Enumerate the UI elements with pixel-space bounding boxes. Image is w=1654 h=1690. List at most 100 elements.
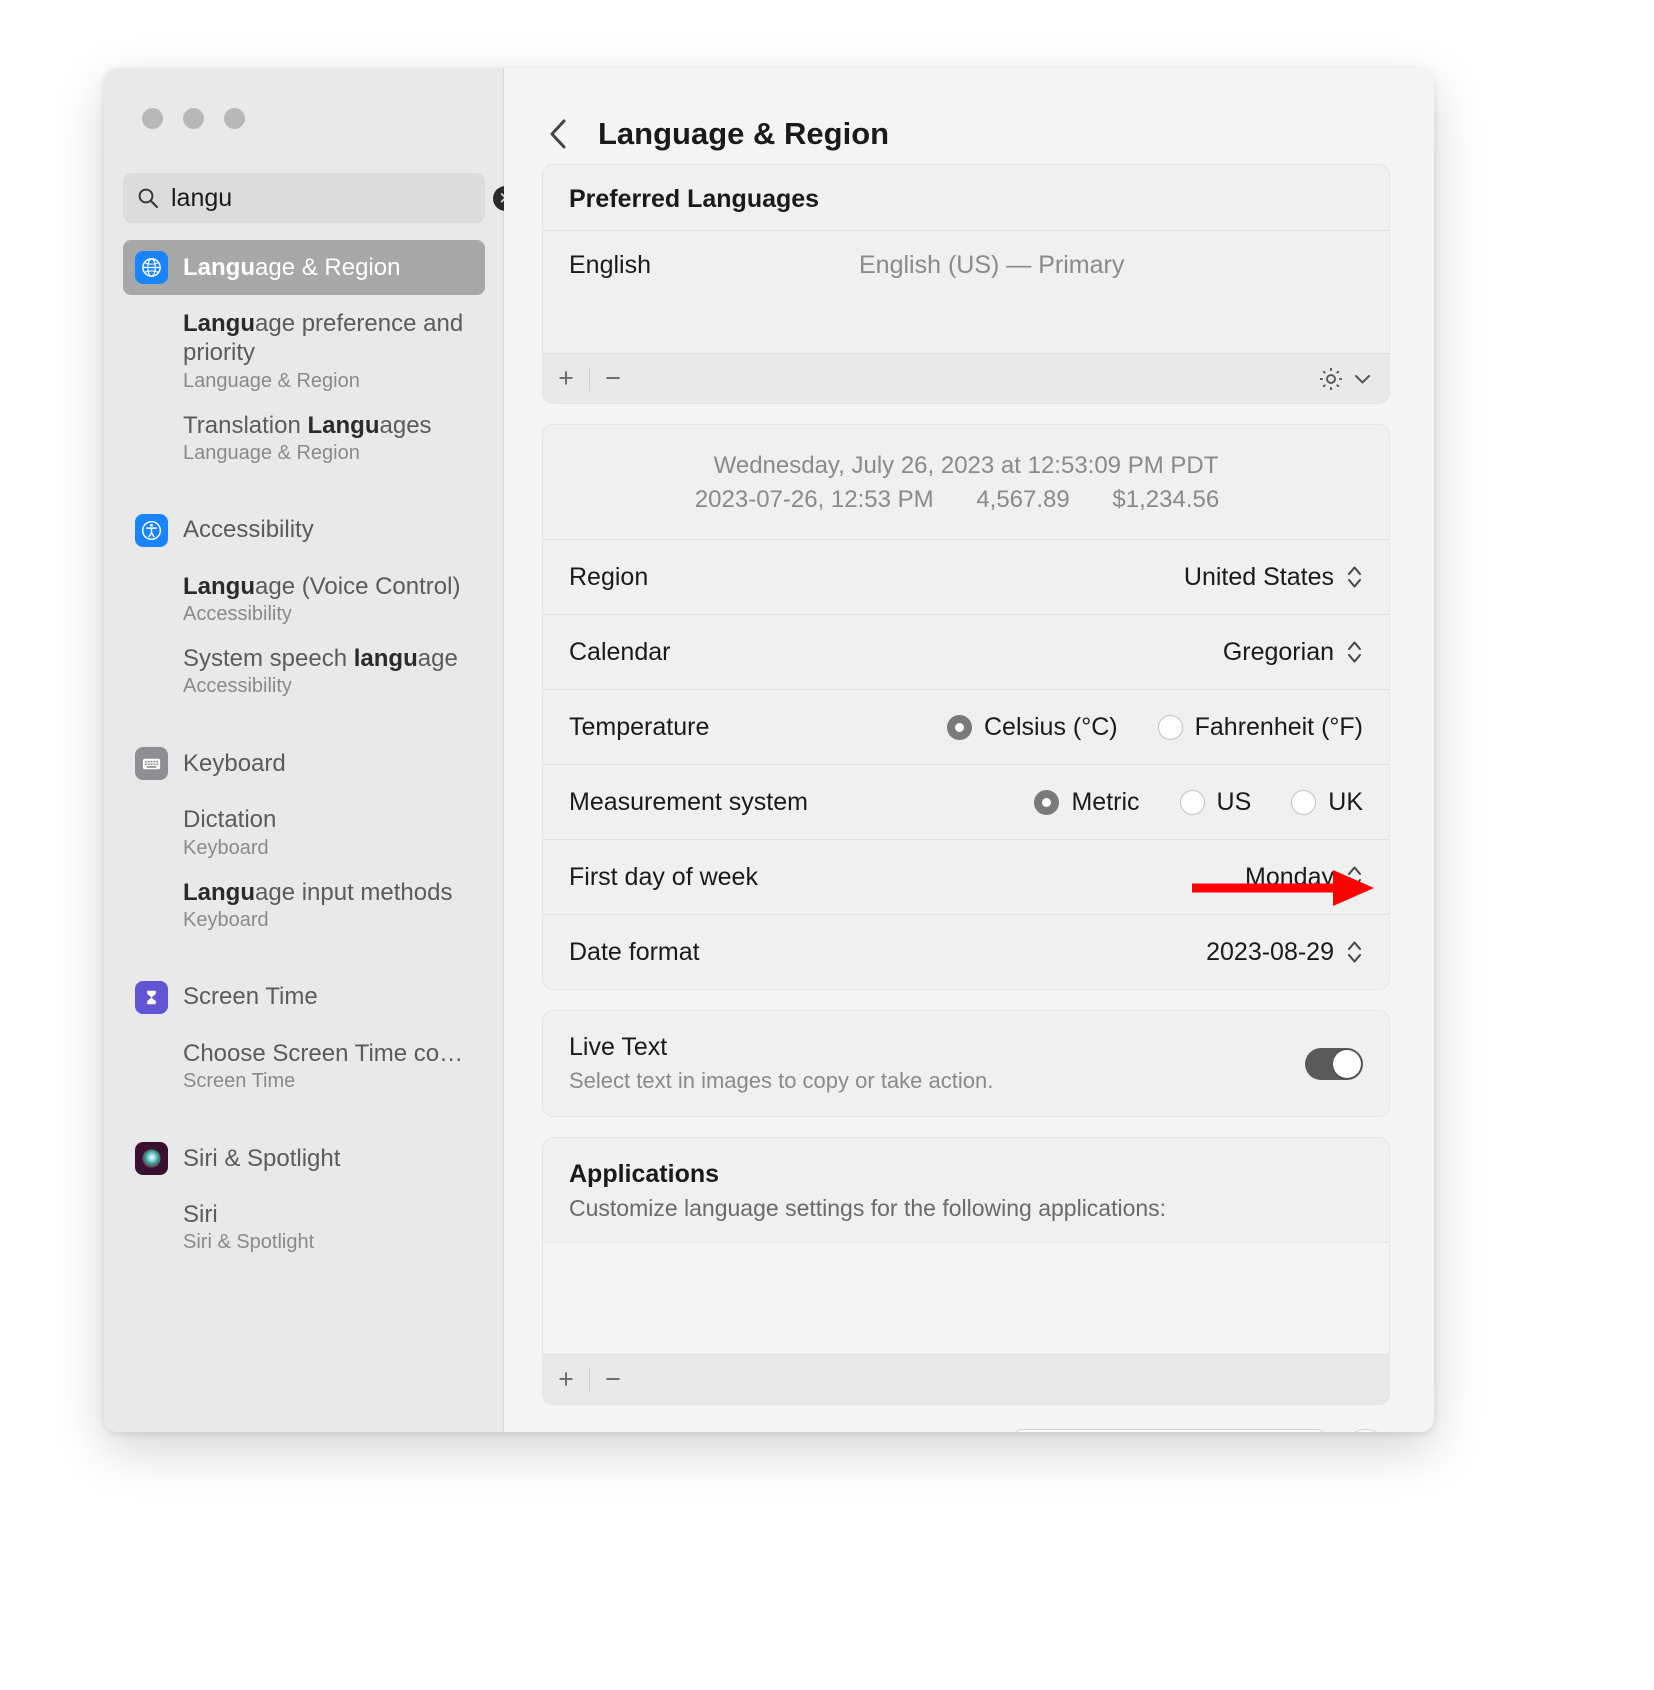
result-subtitle: Language & Region <box>183 441 360 464</box>
temperature-option-fahrenheit[interactable]: Fahrenheit (°F) <box>1157 712 1363 742</box>
add-application-button[interactable]: + <box>543 1355 589 1405</box>
language-name: English <box>569 250 651 279</box>
result-subtitle: Language & Region <box>183 369 360 392</box>
measurement-option-uk[interactable]: UK <box>1291 788 1363 817</box>
back-chevron-icon[interactable] <box>546 117 572 151</box>
footer-buttons: Translation Languages… ? <box>504 1429 1390 1432</box>
date-format-row[interactable]: Date format 2023-08-29 <box>543 915 1389 989</box>
measurement-system-row: Measurement system Metric US UK <box>543 765 1389 839</box>
result-title: Siri <box>183 1201 218 1229</box>
live-text-toggle[interactable] <box>1305 1047 1363 1080</box>
sidebar-result-siri[interactable]: Siri Siri & Spotlight <box>123 1200 485 1254</box>
measurement-system-label: Measurement system <box>569 787 808 816</box>
sidebar-item-label: Keyboard <box>183 749 286 777</box>
preview-date: 2023-07-26, 12:53 PM <box>694 486 934 514</box>
stepper-icon[interactable] <box>1346 637 1363 667</box>
sidebar-result-language-preference[interactable]: Language preference and priority Languag… <box>123 309 485 393</box>
option-label: Celsius (°C) <box>983 712 1118 741</box>
sidebar-item-language-region[interactable]: Language & Region <box>123 240 485 295</box>
result-subtitle: Keyboard <box>183 908 269 931</box>
minimize-button[interactable] <box>183 108 204 129</box>
region-control[interactable]: United States <box>1184 562 1363 592</box>
result-subtitle: Screen Time <box>183 1070 296 1093</box>
sidebar-item-label: Siri & Spotlight <box>183 1144 341 1172</box>
date-format-control[interactable]: 2023-08-29 <box>1206 937 1363 967</box>
result-title: System speech language <box>183 645 458 673</box>
option-label: US <box>1216 787 1252 816</box>
applications-subtitle: Customize language settings for the foll… <box>569 1195 1167 1222</box>
measurement-option-us[interactable]: US <box>1179 787 1252 817</box>
measurement-option-metric[interactable]: Metric <box>1034 788 1140 817</box>
region-label: Region <box>569 562 649 591</box>
sidebar-result-choose-screen-time-code[interactable]: Choose Screen Time co… Screen Time <box>123 1039 485 1093</box>
stepper-icon[interactable] <box>1346 862 1363 892</box>
sidebar-item-keyboard[interactable]: Keyboard <box>123 736 485 791</box>
sidebar-result-translation-languages[interactable]: Translation Languages Language & Region <box>123 411 485 465</box>
language-description: English (US) — Primary <box>859 250 1125 279</box>
calendar-value: Gregorian <box>1222 637 1334 666</box>
radio-indicator <box>1291 789 1317 815</box>
language-list-toolbar: + − <box>543 353 1389 403</box>
close-button[interactable] <box>142 108 163 129</box>
temperature-option-celsius[interactable]: Celsius (°C) <box>946 712 1118 742</box>
first-day-of-week-row[interactable]: First day of week Monday <box>543 840 1389 914</box>
sidebar-item-label: Screen Time <box>183 983 318 1011</box>
result-title: Language input methods <box>183 878 453 906</box>
globe-icon <box>135 251 168 284</box>
sidebar-item-screen-time[interactable]: Screen Time <box>123 970 485 1025</box>
live-text-row: Live Text Select text in images to copy … <box>543 1011 1389 1116</box>
result-title: Language (Voice Control) <box>183 572 461 600</box>
stepper-icon[interactable] <box>1346 562 1363 592</box>
calendar-control[interactable]: Gregorian <box>1223 637 1363 667</box>
sidebar-item-label: Accessibility <box>183 516 314 544</box>
first-day-value: Monday <box>1245 862 1334 891</box>
live-text-info: Live Text Select text in images to copy … <box>569 1033 1305 1094</box>
translation-languages-button[interactable]: Translation Languages… <box>1012 1429 1326 1432</box>
first-day-control[interactable]: Monday <box>1245 862 1363 892</box>
language-options-menu-button[interactable] <box>1310 364 1377 394</box>
stepper-icon[interactable] <box>1346 937 1363 967</box>
preview-number: 4,567.89 <box>976 486 1070 514</box>
sidebar-result-voice-control-language[interactable]: Language (Voice Control) Accessibility <box>123 572 485 626</box>
language-row[interactable]: English English (US) — Primary <box>543 231 1389 299</box>
calendar-row[interactable]: Calendar Gregorian <box>543 615 1389 689</box>
region-row[interactable]: Region United States <box>543 540 1389 614</box>
search-input[interactable] <box>171 183 493 213</box>
live-text-title: Live Text <box>569 1033 668 1062</box>
page-title: Language & Region <box>598 116 890 151</box>
sidebar-result-system-speech-language[interactable]: System speech language Accessibility <box>123 644 485 698</box>
search-field[interactable]: ✕ <box>123 173 518 223</box>
live-text-subtitle: Select text in images to copy or take ac… <box>569 1068 994 1094</box>
format-preview-line-1: Wednesday, July 26, 2023 at 12:53:09 PM … <box>713 452 1219 479</box>
sidebar-item-accessibility[interactable]: Accessibility <box>123 503 485 558</box>
temperature-label: Temperature <box>569 712 710 741</box>
applications-toolbar: + − <box>543 1354 1389 1405</box>
applications-list <box>543 1242 1389 1355</box>
sidebar-item-siri-spotlight[interactable]: Siri & Spotlight <box>123 1131 485 1186</box>
temperature-options: Celsius (°C) Fahrenheit (°F) <box>946 712 1363 742</box>
add-language-button[interactable]: + <box>543 354 589 404</box>
calendar-label: Calendar <box>569 637 671 666</box>
preferred-languages-card: Preferred Languages English English (US)… <box>542 164 1390 404</box>
live-text-card: Live Text Select text in images to copy … <box>542 1010 1390 1118</box>
remove-language-button[interactable]: − <box>590 354 636 404</box>
search-icon <box>138 188 159 209</box>
remove-application-button[interactable]: − <box>590 1355 636 1405</box>
content-header: Language & Region <box>504 68 1434 164</box>
applications-card: Applications Customize language settings… <box>542 1137 1390 1406</box>
result-subtitle: Keyboard <box>183 836 269 859</box>
main-content: Language & Region Preferred Languages En… <box>504 68 1434 1432</box>
result-title: Dictation <box>183 806 277 834</box>
accessibility-icon <box>135 513 168 547</box>
option-label: Fahrenheit (°F) <box>1194 712 1363 741</box>
maximize-button[interactable] <box>224 108 245 129</box>
chevron-down-icon <box>1355 374 1370 383</box>
preferred-languages-header: Preferred Languages <box>569 185 820 213</box>
help-button[interactable]: ? <box>1342 1429 1390 1432</box>
sidebar-result-language-input-methods[interactable]: Language input methods Keyboard <box>123 878 485 932</box>
result-title: Choose Screen Time co… <box>183 1039 464 1067</box>
sidebar-result-dictation[interactable]: Dictation Keyboard <box>123 805 485 859</box>
gear-icon <box>1320 367 1342 390</box>
